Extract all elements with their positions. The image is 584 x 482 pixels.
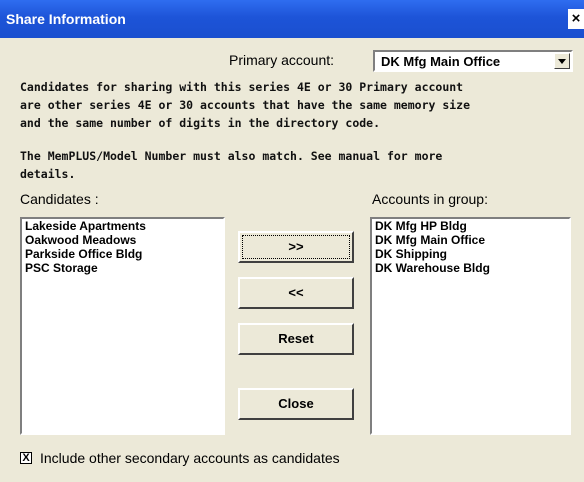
description-line: are other series 4E or 30 accounts that … bbox=[20, 98, 471, 112]
list-item[interactable]: DK Mfg Main Office bbox=[372, 233, 569, 247]
accounts-in-group-label: Accounts in group: bbox=[372, 191, 488, 207]
list-item[interactable]: Parkside Office Bldg bbox=[22, 247, 223, 261]
description-text: Candidates for sharing with this series … bbox=[20, 78, 470, 132]
list-item[interactable]: PSC Storage bbox=[22, 261, 223, 275]
primary-account-value: DK Mfg Main Office bbox=[381, 54, 501, 69]
close-icon[interactable]: × bbox=[568, 9, 584, 29]
list-item[interactable]: Lakeside Apartments bbox=[22, 219, 223, 233]
list-item[interactable]: DK Warehouse Bldg bbox=[372, 261, 569, 275]
reset-button[interactable]: Reset bbox=[238, 323, 354, 355]
window-title: Share Information bbox=[6, 11, 126, 27]
list-item[interactable]: Oakwood Meadows bbox=[22, 233, 223, 247]
description-line: and the same number of digits in the dir… bbox=[20, 116, 381, 130]
accounts-in-group-list[interactable]: DK Mfg HP Bldg DK Mfg Main Office DK Shi… bbox=[370, 217, 571, 435]
chevron-down-icon[interactable] bbox=[554, 53, 570, 69]
note-line: The MemPLUS/Model Number must also match… bbox=[20, 149, 443, 163]
title-bar: Share Information × bbox=[0, 0, 584, 38]
description-line: Candidates for sharing with this series … bbox=[20, 80, 464, 94]
primary-account-label: Primary account: bbox=[229, 52, 335, 68]
candidates-label: Candidates : bbox=[20, 191, 99, 207]
add-to-group-button[interactable]: >> bbox=[238, 231, 354, 263]
list-item[interactable]: DK Mfg HP Bldg bbox=[372, 219, 569, 233]
remove-from-group-button[interactable]: << bbox=[238, 277, 354, 309]
candidates-list[interactable]: Lakeside Apartments Oakwood Meadows Park… bbox=[20, 217, 225, 435]
include-secondary-checkbox[interactable]: X bbox=[20, 452, 32, 464]
include-secondary-label[interactable]: Include other secondary accounts as cand… bbox=[40, 450, 340, 466]
close-button[interactable]: Close bbox=[238, 388, 354, 420]
share-information-dialog: Share Information × Primary account: DK … bbox=[0, 0, 584, 482]
list-item[interactable]: DK Shipping bbox=[372, 247, 569, 261]
primary-account-select[interactable]: DK Mfg Main Office bbox=[373, 50, 573, 72]
note-line: details. bbox=[20, 167, 76, 181]
note-text: The MemPLUS/Model Number must also match… bbox=[20, 147, 442, 183]
